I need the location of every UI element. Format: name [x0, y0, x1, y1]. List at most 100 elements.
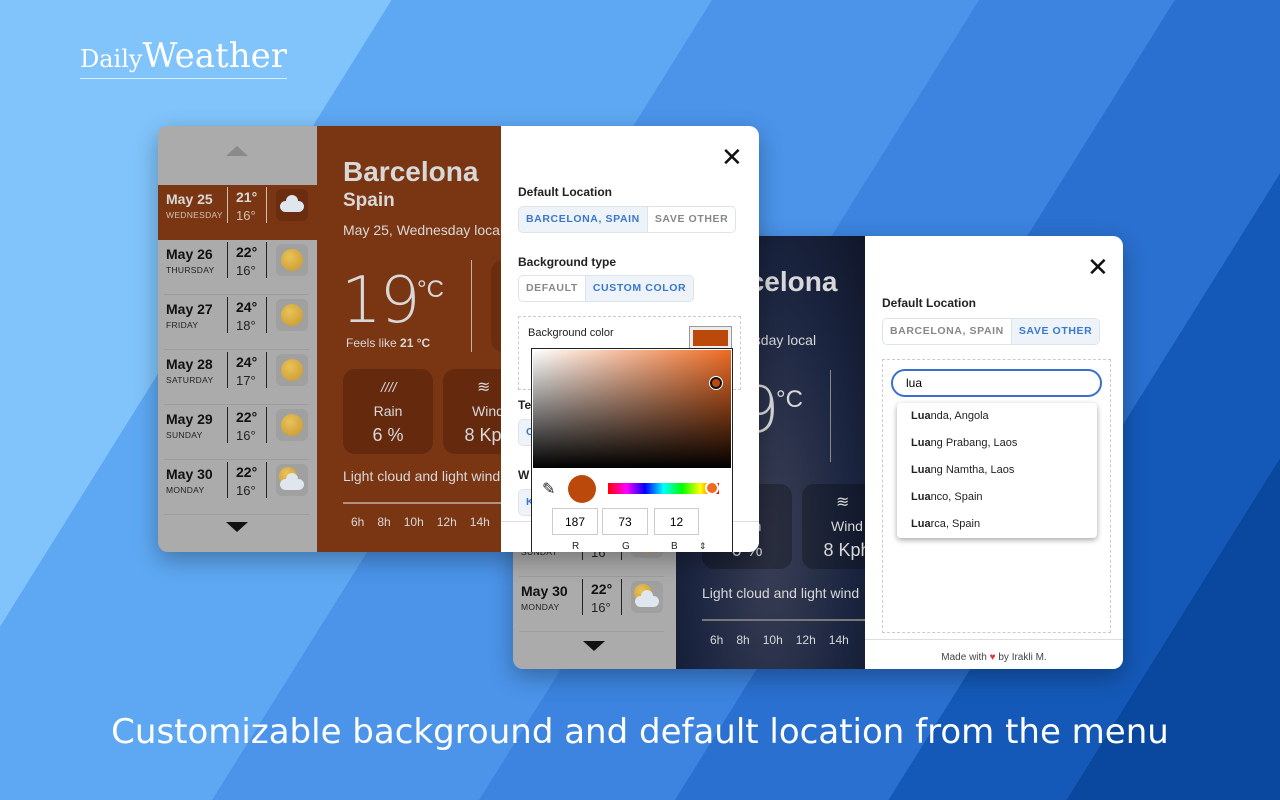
option-default[interactable]: DEFAULT — [519, 276, 585, 301]
blue-input[interactable] — [654, 508, 699, 535]
day-high: 22° — [236, 409, 258, 425]
divider — [266, 297, 267, 333]
divider — [227, 462, 228, 498]
option-save-other[interactable]: SAVE OTHER — [1010, 319, 1100, 344]
cloud-icon — [276, 189, 308, 221]
color-preview — [568, 475, 596, 503]
day-high: 24° — [236, 299, 258, 315]
day-weekday: FRIDAY — [166, 320, 199, 330]
forecast-day[interactable]: May 26 THURSDAY 22° 16° — [158, 240, 317, 295]
forecast-day[interactable]: May 30 MONDAY 22° 16° — [158, 460, 317, 515]
forecast-day[interactable]: May 27 FRIDAY 24° 18° — [158, 295, 317, 350]
background-color-label: Background color — [528, 327, 614, 339]
day-date: May 29 — [166, 411, 213, 427]
close-icon[interactable]: ✕ — [1087, 254, 1109, 280]
day-date: May 30 — [521, 583, 568, 599]
hue-slider[interactable] — [608, 481, 719, 495]
suggestion-item[interactable]: Luanco, Spain — [897, 484, 1097, 511]
hue-handle[interactable] — [705, 481, 719, 495]
hour-labels: 6h 8h 10h 12h 14h — [351, 515, 490, 529]
red-input[interactable] — [552, 508, 598, 535]
suggestion-item[interactable]: Luang Namtha, Laos — [897, 457, 1097, 484]
rain-icon: //// — [381, 379, 397, 395]
settings-panel: ✕ Default Location BARCELONA, SPAIN SAVE… — [501, 126, 759, 552]
default-location-label: Default Location — [882, 296, 977, 310]
forecast-day[interactable]: May 25 WEDNESDAY 21° 16° — [158, 185, 317, 240]
default-location-toggle: BARCELONA, SPAIN SAVE OTHER — [518, 206, 737, 233]
current-date: May 25, Wednesday local — [343, 222, 504, 238]
color-swatch-button[interactable] — [689, 326, 732, 350]
day-weekday: MONDAY — [166, 485, 205, 495]
forecast-day[interactable]: May 30 MONDAY 22° 16° — [513, 577, 672, 632]
feels-like: Feels like 21 °C — [346, 336, 431, 350]
row-separator — [519, 631, 664, 632]
suggestion-item[interactable]: Luarca, Spain — [897, 511, 1097, 538]
day-high: 22° — [591, 581, 613, 597]
forecast-day[interactable]: May 28 SATURDAY 24° 17° — [158, 350, 317, 405]
eyedropper-icon[interactable]: ✎ — [542, 479, 555, 499]
divider — [830, 370, 831, 462]
day-low: 16° — [236, 483, 256, 498]
green-input[interactable] — [602, 508, 648, 535]
background-type-label: Background type — [518, 255, 617, 269]
country-name: Spain — [343, 190, 395, 211]
option-current-location[interactable]: BARCELONA, SPAIN — [883, 319, 1011, 344]
partial-label: W — [518, 468, 530, 482]
divider — [227, 187, 228, 223]
rain-box: //// Rain 6 % — [343, 369, 433, 454]
partial-label: Te — [518, 398, 532, 412]
mode-toggle-icon[interactable]: ⇕ — [699, 541, 707, 552]
day-date: May 26 — [166, 246, 213, 262]
day-high: 22° — [236, 244, 258, 260]
brand-logo: DailyWeather — [80, 36, 287, 79]
divider — [266, 407, 267, 443]
search-box: Luanda, AngolaLuang Prabang, LaosLuang N… — [882, 359, 1111, 633]
default-location-label: Default Location — [518, 185, 613, 199]
divider — [266, 187, 267, 223]
divider — [471, 260, 472, 352]
row-separator — [164, 514, 309, 515]
temperature: 19 — [341, 264, 420, 338]
day-high: 21° — [236, 189, 258, 205]
hour-axis — [343, 502, 513, 504]
partly-cloudy-icon — [276, 464, 308, 496]
weather-summary: Light cloud and light wind — [702, 585, 860, 601]
day-high: 22° — [236, 464, 258, 480]
option-custom-color[interactable]: CUSTOM COLOR — [584, 276, 694, 301]
default-location-toggle: BARCELONA, SPAIN SAVE OTHER — [882, 318, 1101, 345]
sun-icon — [276, 409, 308, 441]
divider — [266, 242, 267, 278]
option-current-location[interactable]: BARCELONA, SPAIN — [519, 207, 647, 232]
divider — [227, 352, 228, 388]
temperature-unit: °C — [417, 276, 444, 303]
divider — [621, 579, 622, 615]
day-low: 16° — [236, 428, 256, 443]
day-date: May 30 — [166, 466, 213, 482]
current-weather: Barcelona Spain May 25, Wednesday local … — [317, 126, 533, 552]
scroll-down-button[interactable] — [583, 641, 605, 651]
day-date: May 27 — [166, 301, 213, 317]
option-save-other[interactable]: SAVE OTHER — [646, 207, 735, 232]
day-low: 16° — [236, 208, 256, 223]
divider — [227, 407, 228, 443]
scroll-up-button[interactable] — [226, 146, 248, 156]
location-search-input[interactable] — [891, 369, 1102, 397]
saturation-handle[interactable] — [710, 377, 722, 389]
temperature-unit: °C — [776, 386, 803, 413]
close-icon[interactable]: ✕ — [721, 144, 743, 170]
scroll-down-button[interactable] — [226, 522, 248, 532]
forecast-day[interactable]: May 29 SUNDAY 22° 16° — [158, 405, 317, 460]
suggestion-item[interactable]: Luanda, Angola — [897, 403, 1097, 430]
settings-panel: ✕ Default Location BARCELONA, SPAIN SAVE… — [865, 236, 1123, 669]
background-type-toggle: DEFAULT CUSTOM COLOR — [518, 275, 695, 302]
divider — [266, 352, 267, 388]
g-label: G — [622, 541, 630, 552]
sun-icon — [276, 354, 308, 386]
day-weekday: SUNDAY — [166, 430, 203, 440]
suggestion-item[interactable]: Luang Prabang, Laos — [897, 430, 1097, 457]
hour-labels: 6h 8h 10h 12h 14h — [710, 633, 849, 647]
day-low: 16° — [236, 263, 256, 278]
weather-summary: Light cloud and light wind — [343, 468, 501, 484]
day-weekday: WEDNESDAY — [166, 210, 223, 220]
saturation-area[interactable] — [533, 350, 731, 468]
